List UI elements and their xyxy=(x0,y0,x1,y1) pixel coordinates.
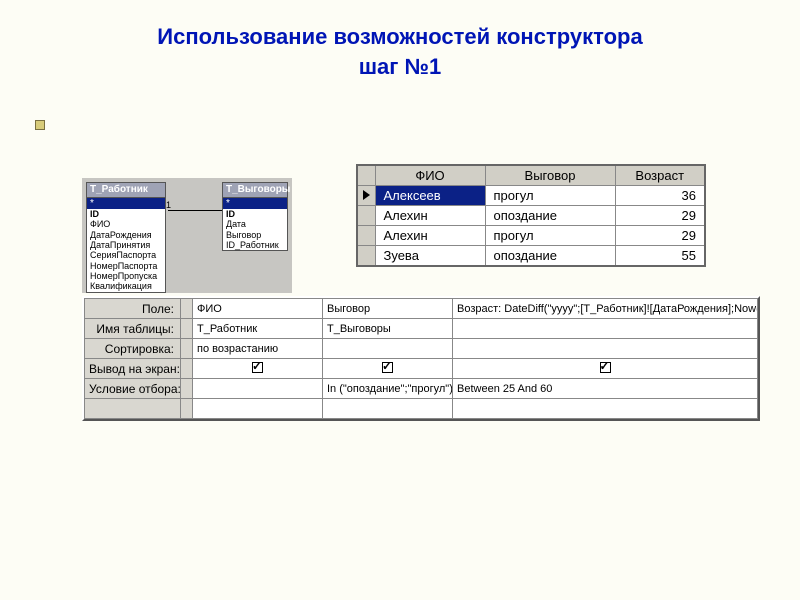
slide-title-line2: шаг №1 xyxy=(359,54,442,79)
row-selector-icon[interactable] xyxy=(357,246,375,267)
cell-fio[interactable]: Зуева xyxy=(375,246,485,267)
design-cell-criteria[interactable]: In ("опоздание";"прогул") xyxy=(323,379,453,399)
row-selector-icon[interactable] xyxy=(357,186,375,206)
result-datasheet[interactable]: ФИО Выговор Возраст Алексеев прогул 36 А… xyxy=(356,164,706,267)
cell-vyg[interactable]: прогул xyxy=(485,186,615,206)
row-label-sort: Сортировка: xyxy=(85,339,181,359)
design-cell-or[interactable] xyxy=(453,399,758,419)
design-cell-field[interactable]: ФИО xyxy=(193,299,323,319)
checkbox-icon[interactable] xyxy=(252,362,263,373)
slide-title-line1: Использование возможностей конструктора xyxy=(157,24,642,49)
design-cell-sort[interactable] xyxy=(453,339,758,359)
corner-cell[interactable] xyxy=(357,165,375,186)
field-item[interactable]: ID xyxy=(223,209,287,219)
cell-vyg[interactable]: опоздание xyxy=(485,206,615,226)
design-cell-field[interactable]: Выговор xyxy=(323,299,453,319)
design-cell-table[interactable]: Т_Выговоры xyxy=(323,319,453,339)
row-label-table: Имя таблицы: xyxy=(85,319,181,339)
design-cell-criteria[interactable] xyxy=(193,379,323,399)
design-cell-table[interactable] xyxy=(453,319,758,339)
col-selector[interactable] xyxy=(181,399,193,419)
table-row[interactable]: Алехин прогул 29 xyxy=(357,226,705,246)
design-cell-show[interactable] xyxy=(453,359,758,379)
cell-vyg[interactable]: опоздание xyxy=(485,246,615,267)
row-label-or xyxy=(85,399,181,419)
field-item[interactable]: Дата xyxy=(223,219,287,229)
cell-age[interactable]: 36 xyxy=(615,186,705,206)
col-header[interactable]: Выговор xyxy=(485,165,615,186)
table-title: Т_Выговоры xyxy=(223,183,287,198)
bullet-marker-icon xyxy=(35,120,45,130)
checkbox-icon[interactable] xyxy=(382,362,393,373)
table-box-t-rabotnik[interactable]: Т_Работник * ID ФИО ДатаРождения ДатаПри… xyxy=(86,182,166,293)
design-cell-field[interactable]: Возраст: DateDiff("yyyy";[Т_Работник]![Д… xyxy=(453,299,758,319)
header-row: ФИО Выговор Возраст xyxy=(357,165,705,186)
col-selector[interactable] xyxy=(181,339,193,359)
cell-fio[interactable]: Алехин xyxy=(375,206,485,226)
field-item[interactable]: ID_Работник xyxy=(223,240,287,250)
design-cell-sort[interactable]: по возрастанию xyxy=(193,339,323,359)
field-star[interactable]: * xyxy=(87,198,165,210)
col-header[interactable]: Возраст xyxy=(615,165,705,186)
design-cell-sort[interactable] xyxy=(323,339,453,359)
table-row[interactable]: Алехин опоздание 29 xyxy=(357,206,705,226)
field-item[interactable]: НомерПаспорта xyxy=(87,261,165,271)
field-item[interactable]: ID xyxy=(87,209,165,219)
relationship-pane[interactable]: Т_Работник * ID ФИО ДатаРождения ДатаПри… xyxy=(82,178,292,293)
cell-vyg[interactable]: прогул xyxy=(485,226,615,246)
relationship-line-icon[interactable] xyxy=(168,210,222,211)
field-item[interactable]: НомерПропуска xyxy=(87,271,165,281)
field-item[interactable]: Выговор xyxy=(223,230,287,240)
field-item[interactable]: ДатаПринятия xyxy=(87,240,165,250)
cell-fio[interactable]: Алехин xyxy=(375,226,485,246)
row-selector-icon[interactable] xyxy=(357,206,375,226)
design-cell-show[interactable] xyxy=(323,359,453,379)
checkbox-icon[interactable] xyxy=(600,362,611,373)
cell-fio[interactable]: Алексеев xyxy=(375,186,485,206)
design-cell-criteria[interactable]: Between 25 And 60 xyxy=(453,379,758,399)
table-title: Т_Работник xyxy=(87,183,165,198)
row-label-criteria: Условие отбора: xyxy=(85,379,181,399)
row-label-field: Поле: xyxy=(85,299,181,319)
slide-title: Использование возможностей конструктора … xyxy=(0,0,800,81)
table-box-t-vygovory[interactable]: Т_Выговоры * ID Дата Выговор ID_Работник xyxy=(222,182,288,251)
col-header[interactable]: ФИО xyxy=(375,165,485,186)
table-row[interactable]: Алексеев прогул 36 xyxy=(357,186,705,206)
field-item[interactable]: Квалификация xyxy=(87,281,165,291)
col-selector[interactable] xyxy=(181,319,193,339)
cell-age[interactable]: 29 xyxy=(615,226,705,246)
table-row[interactable]: Зуева опоздание 55 xyxy=(357,246,705,267)
design-cell-show[interactable] xyxy=(193,359,323,379)
field-item[interactable]: ФИО xyxy=(87,219,165,229)
query-design-grid[interactable]: Поле: ФИО Выговор Возраст: DateDiff("yyy… xyxy=(82,296,760,421)
cell-age[interactable]: 55 xyxy=(615,246,705,267)
design-cell-or[interactable] xyxy=(193,399,323,419)
design-cell-or[interactable] xyxy=(323,399,453,419)
field-item[interactable]: СерияПаспорта xyxy=(87,250,165,260)
design-cell-table[interactable]: Т_Работник xyxy=(193,319,323,339)
col-selector[interactable] xyxy=(181,359,193,379)
field-item[interactable]: ДатаРождения xyxy=(87,230,165,240)
col-selector[interactable] xyxy=(181,379,193,399)
col-selector[interactable] xyxy=(181,299,193,319)
row-selector-icon[interactable] xyxy=(357,226,375,246)
field-star[interactable]: * xyxy=(223,198,287,210)
row-label-show: Вывод на экран: xyxy=(85,359,181,379)
cell-age[interactable]: 29 xyxy=(615,206,705,226)
